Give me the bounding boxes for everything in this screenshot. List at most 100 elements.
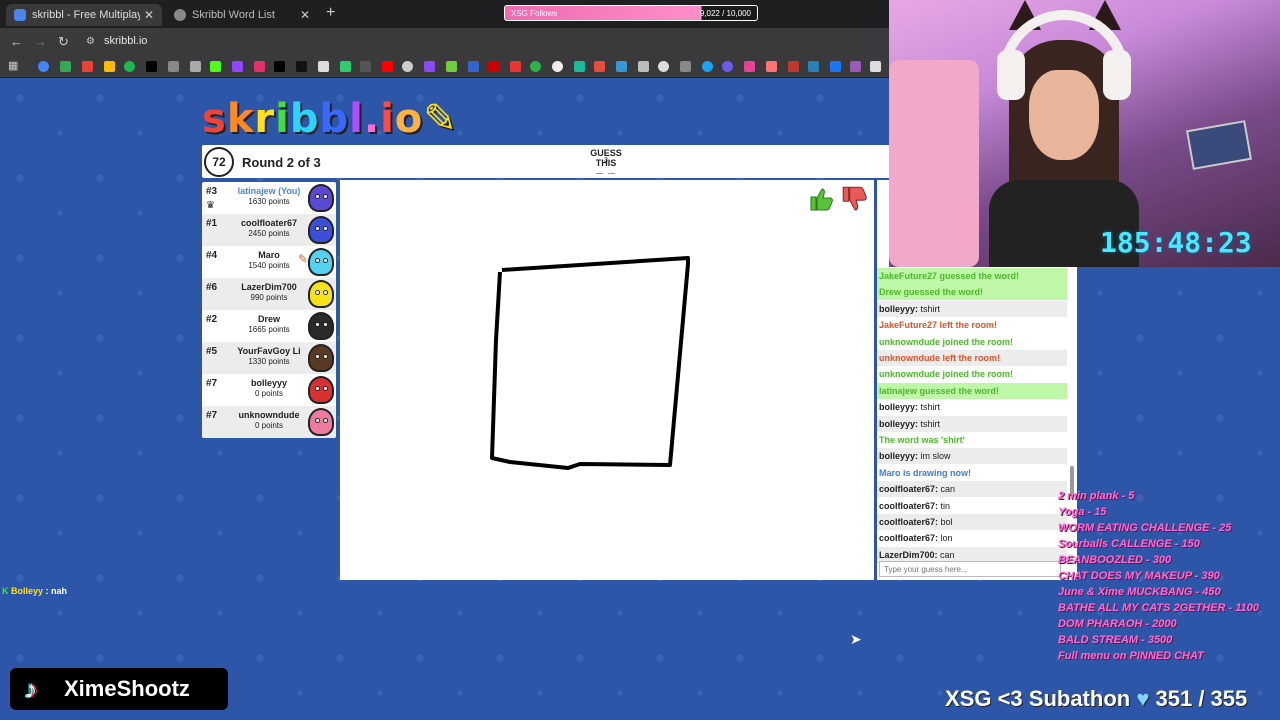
chat-text: tshirt xyxy=(918,402,941,413)
drive-icon[interactable] xyxy=(104,61,115,72)
new-tab-icon[interactable]: + xyxy=(326,4,335,22)
guess-input[interactable] xyxy=(879,561,1061,577)
logo-letter: b xyxy=(289,96,320,142)
youtube-icon[interactable] xyxy=(382,61,393,72)
player-avatar xyxy=(308,216,334,244)
bookmark-icon[interactable] xyxy=(744,61,755,72)
pencil-icon: ✎ xyxy=(298,252,309,266)
bookmark-icon[interactable] xyxy=(402,61,413,72)
facebook-icon[interactable] xyxy=(830,61,841,72)
bookmark-icon[interactable] xyxy=(360,61,371,72)
avatar-eye xyxy=(315,258,320,263)
site-info-icon[interactable]: ⚙ xyxy=(86,36,95,47)
bookmark-icon[interactable] xyxy=(190,61,201,72)
player-row[interactable]: #2 Drew 1665 points xyxy=(202,310,336,342)
bookmark-icon[interactable] xyxy=(168,61,179,72)
menu-item: Full menu on PINNED CHAT xyxy=(1058,650,1204,662)
bookmark-icon[interactable] xyxy=(574,61,585,72)
chat-user: LazerDim700: xyxy=(879,549,938,560)
bookmark-icon[interactable] xyxy=(658,61,669,72)
player-name: bolleyyy xyxy=(250,378,288,388)
chat-user: bolleyyy: xyxy=(879,418,919,429)
apps-grid-icon[interactable]: ▦ xyxy=(8,59,19,72)
bookmark-icon[interactable] xyxy=(722,61,733,72)
follower-goal-bar: XSG Follows 9,022 / 10,000 xyxy=(504,5,758,21)
bookmark-icon[interactable] xyxy=(788,61,799,72)
chat-message: coolfloater67: lon xyxy=(877,530,1067,546)
bookmark-icon[interactable] xyxy=(850,61,861,72)
timer-clock-icon: 72 xyxy=(204,147,234,177)
maps-icon[interactable] xyxy=(60,61,71,72)
bookmark-icon[interactable] xyxy=(340,61,351,72)
chat-user: bolleyyy: xyxy=(879,451,919,462)
player-avatar xyxy=(308,280,334,308)
player-row[interactable]: #6 LazerDim700 990 points xyxy=(202,278,336,310)
avatar-eye xyxy=(323,258,328,263)
bookmark-icon[interactable] xyxy=(594,61,605,72)
bookmark-icon[interactable] xyxy=(424,61,435,72)
x-icon[interactable] xyxy=(146,61,157,72)
bookmark-icon[interactable] xyxy=(468,61,479,72)
chat-message: Maro is drawing now! xyxy=(879,467,972,478)
mouse-cursor-icon: ➤ xyxy=(850,631,862,647)
thumbs-down-icon[interactable] xyxy=(840,184,868,212)
bookmark-icon[interactable] xyxy=(446,61,457,72)
google-icon[interactable] xyxy=(38,61,49,72)
x-icon[interactable] xyxy=(274,61,285,72)
bookmark-icon[interactable] xyxy=(616,61,627,72)
menu-item: June & Xime MUCKBANG - 450 xyxy=(1058,586,1221,598)
player-row[interactable]: #7 bolleyyy 0 points xyxy=(202,374,336,406)
bookmark-icon[interactable] xyxy=(808,61,819,72)
bookmark-icon[interactable] xyxy=(510,61,521,72)
spotify-icon[interactable] xyxy=(124,61,135,72)
thumbs-up-icon[interactable] xyxy=(808,186,834,212)
menu-item: Yoga - 15 xyxy=(1058,506,1107,518)
bookmark-icon[interactable] xyxy=(766,61,777,72)
player-name: unknowndude xyxy=(238,410,300,420)
bookmark-icon[interactable] xyxy=(488,61,499,72)
player-row[interactable]: #1 coolfloater67 2450 points xyxy=(202,214,336,246)
forward-icon[interactable]: → xyxy=(34,34,47,49)
avatar-eye xyxy=(323,354,328,359)
tiktok-icon[interactable] xyxy=(296,61,307,72)
menu-item: CHAT DOES MY MAKEUP - 390 xyxy=(1058,570,1220,582)
drawing-canvas[interactable] xyxy=(340,180,874,580)
bookmark-icon[interactable] xyxy=(870,61,881,72)
stream-chat-overlay: K Bolleyy : nah xyxy=(2,586,67,596)
tab-skribbl[interactable]: skribbl - Free Multiplayer Draw ✕ xyxy=(6,4,162,26)
url-input[interactable]: skribbl.io xyxy=(104,35,147,47)
avatar-eye xyxy=(315,322,320,327)
bookmark-icon[interactable] xyxy=(530,61,541,72)
gmail-icon[interactable] xyxy=(82,61,93,72)
bookmark-icon[interactable] xyxy=(680,61,691,72)
player-rank: #6 xyxy=(206,282,218,293)
close-icon[interactable]: ✕ xyxy=(300,8,310,22)
player-rank: #5 xyxy=(206,346,218,357)
bookmark-icon[interactable] xyxy=(552,61,563,72)
streamer-face xyxy=(1029,70,1099,160)
chat-text: im slow xyxy=(918,451,951,462)
bookmark-icon[interactable] xyxy=(318,61,329,72)
player-avatar xyxy=(308,376,334,404)
logo-letter: o xyxy=(394,96,424,142)
player-row[interactable]: #7 unknowndude 0 points xyxy=(202,406,336,438)
player-row[interactable]: #3 latinajew (You) 1630 points ♛ xyxy=(202,182,336,214)
bookmark-icon[interactable] xyxy=(638,61,649,72)
player-rank: #1 xyxy=(206,218,218,229)
kick-icon[interactable] xyxy=(210,61,221,72)
menu-item: Sourballs CALLENGE - 150 xyxy=(1058,538,1200,550)
back-icon[interactable]: ← xyxy=(10,34,23,49)
bookmark-icon[interactable] xyxy=(702,61,713,72)
player-row[interactable]: #5 YourFavGoy Li 1330 points xyxy=(202,342,336,374)
avatar-eye xyxy=(315,226,320,231)
instagram-icon[interactable] xyxy=(254,61,265,72)
close-icon[interactable]: ✕ xyxy=(144,8,154,22)
player-row[interactable]: #4 Maro 1540 points ✎ xyxy=(202,246,336,278)
player-points: 990 points xyxy=(250,293,288,302)
tab-title: skribbl - Free Multiplayer Draw xyxy=(32,9,140,21)
tab-word-list[interactable]: Skribbl Word List ✕ xyxy=(166,4,318,26)
reload-icon[interactable]: ↻ xyxy=(58,34,69,50)
tiktok-name: XimeShootz xyxy=(64,676,190,701)
chat-message: bolleyyy: tshirt xyxy=(877,300,1067,317)
twitch-icon[interactable] xyxy=(232,61,243,72)
